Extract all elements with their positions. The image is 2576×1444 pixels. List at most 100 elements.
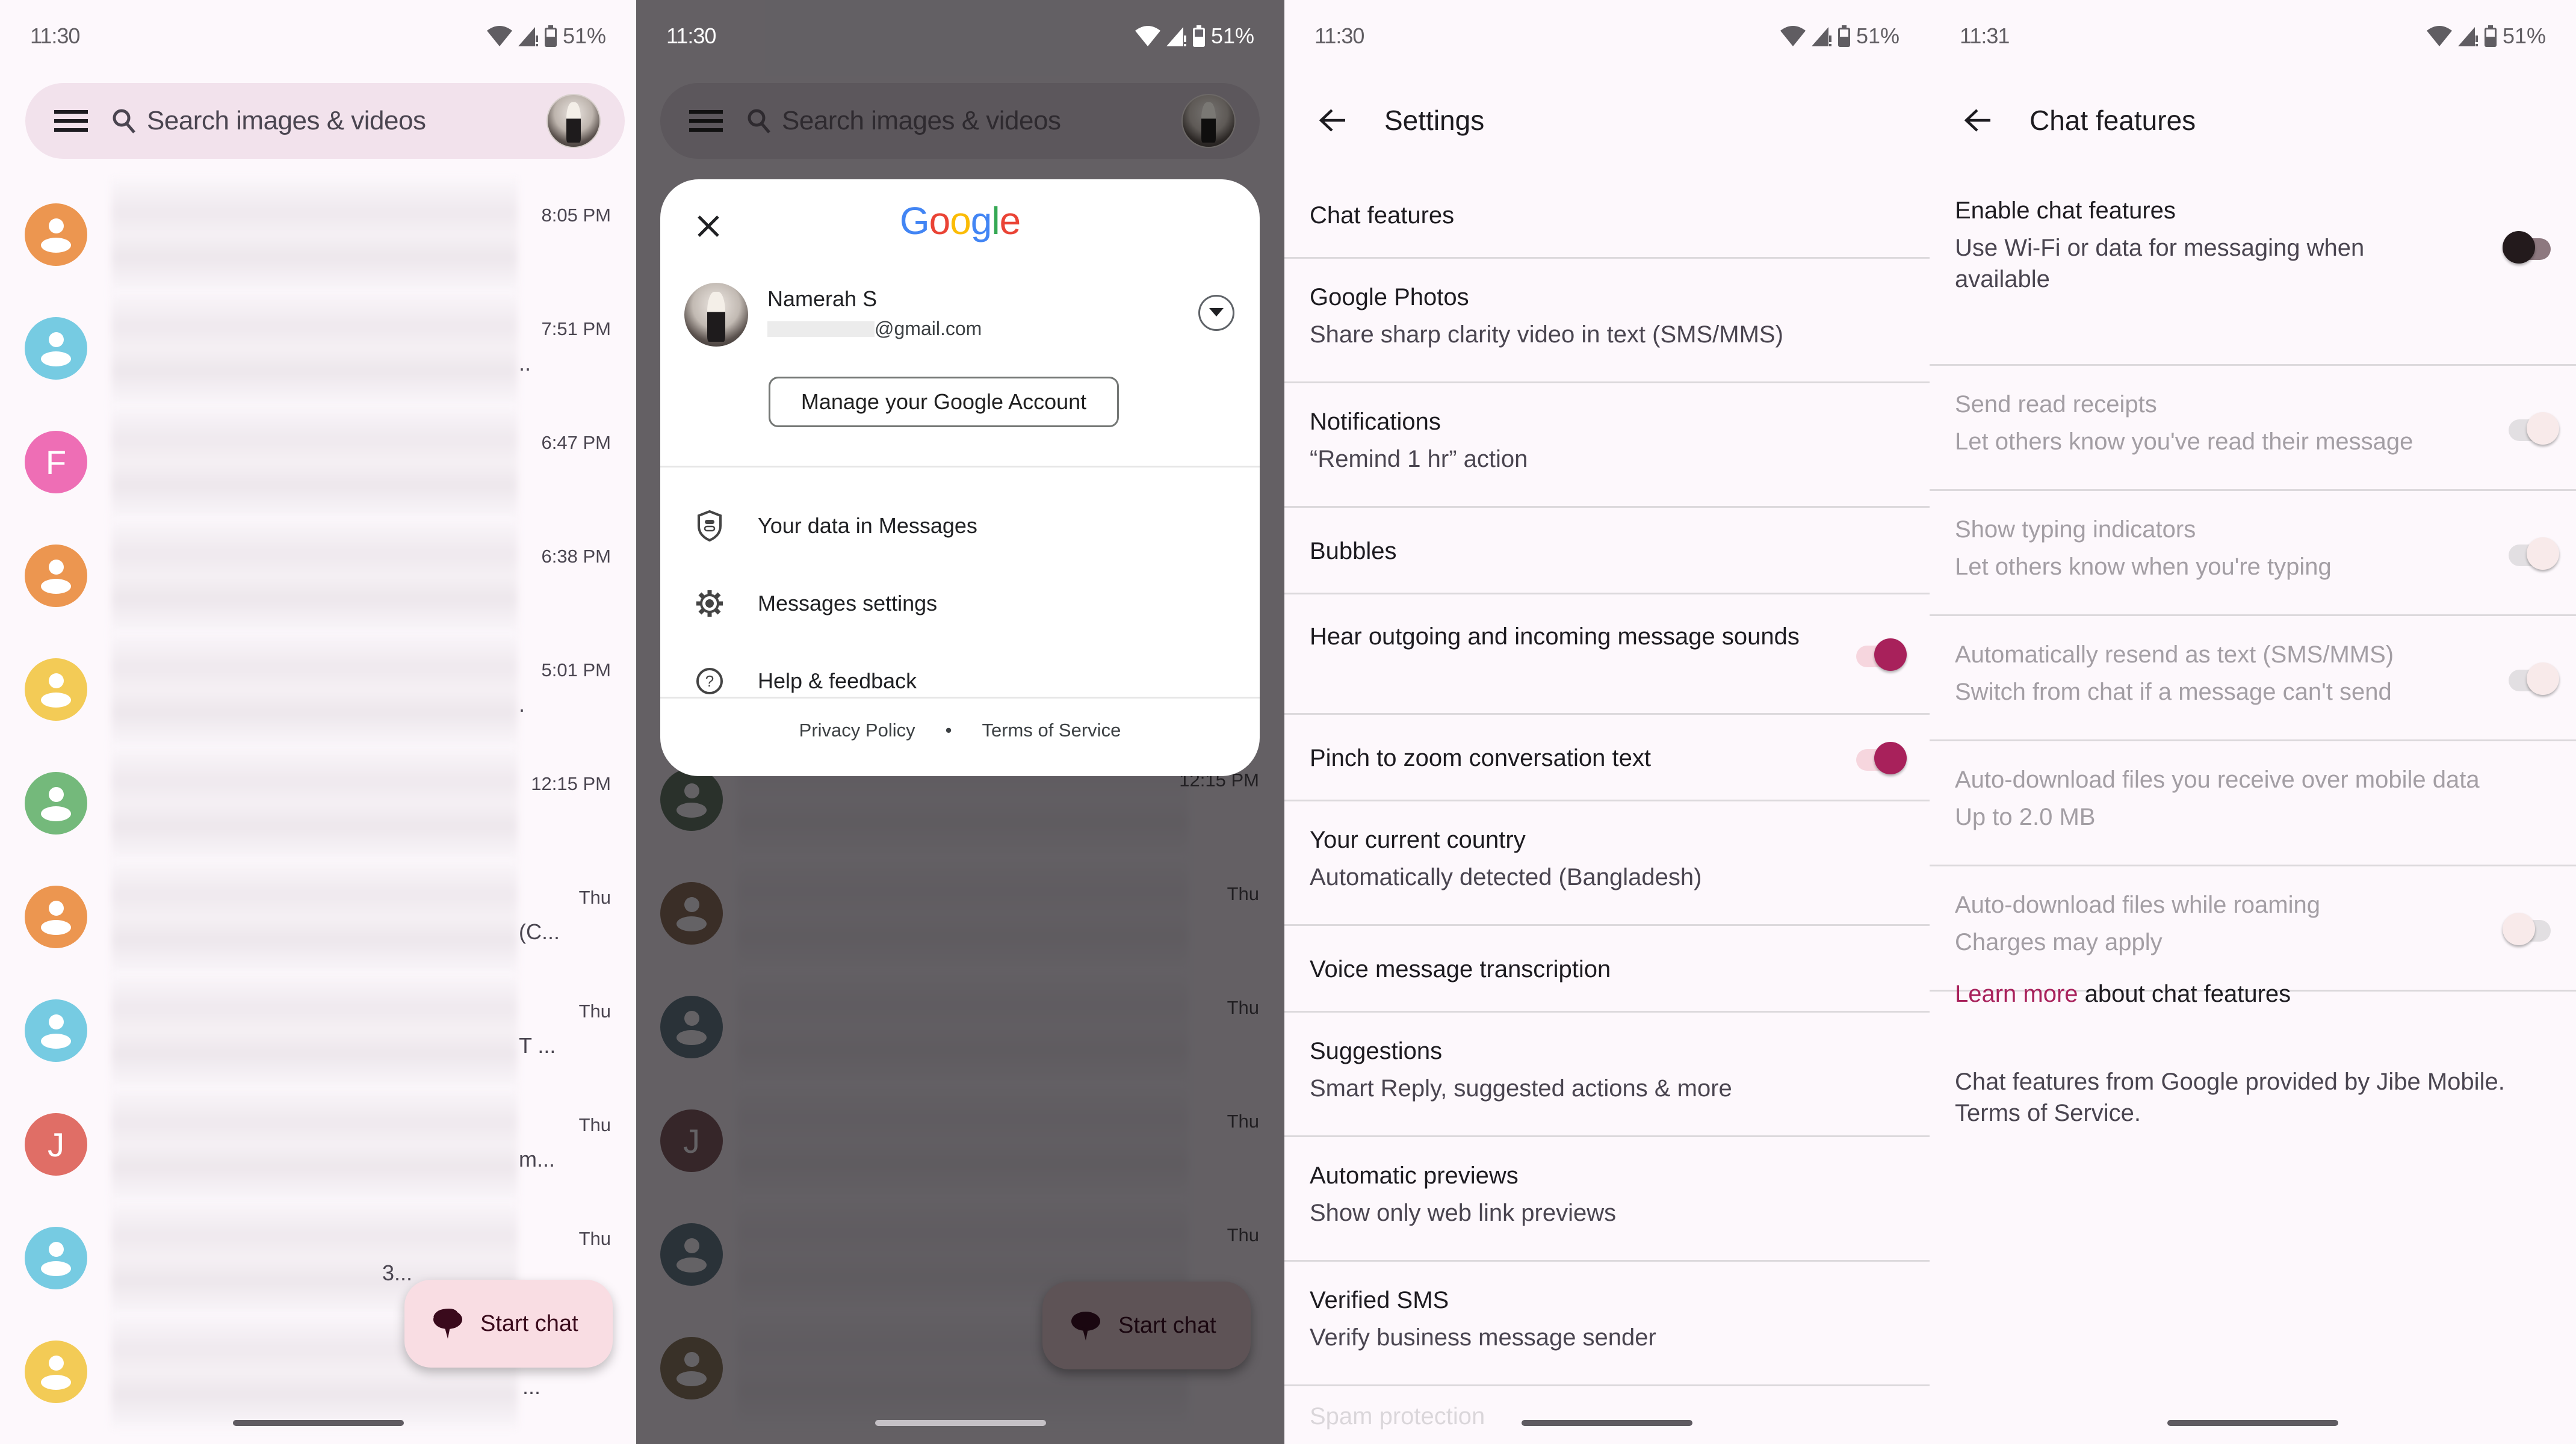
chat-feature-toggle	[2509, 537, 2559, 570]
logo-letter: o	[950, 199, 971, 242]
redacted-preview	[111, 519, 518, 633]
privacy-policy-link[interactable]: Privacy Policy	[799, 720, 915, 741]
chat-feature-row[interactable]: Enable chat features Use Wi-Fi or data fo…	[1930, 172, 2576, 366]
conversation-time: Thu	[578, 1001, 611, 1022]
conversation-row[interactable]: 7:51 PM..	[0, 292, 636, 406]
chat-feature-subtitle: Charges may apply	[1955, 929, 2163, 955]
conversation-row[interactable]: 6:38 PM	[0, 519, 636, 633]
signal-alert-icon	[1166, 27, 1186, 46]
status-bar: 11:30 51%	[1314, 18, 1899, 54]
wifi-icon	[486, 26, 512, 46]
settings-row[interactable]: Verify business message sender Verified S…	[1284, 1262, 1930, 1386]
divider	[660, 697, 1260, 699]
search-icon	[113, 109, 135, 134]
page-title: Chat features	[2030, 105, 2196, 136]
conversation-time: 5:01 PM	[541, 659, 611, 680]
signal-alert-icon	[1811, 27, 1831, 46]
settings-row[interactable]: Automatically detected (Bangladesh) Your …	[1284, 801, 1930, 926]
redacted-preview	[111, 860, 518, 974]
search-input[interactable]: Search images & videos	[147, 106, 426, 136]
person-icon	[25, 317, 87, 380]
back-button[interactable]	[1960, 108, 1996, 132]
learn-more-link[interactable]: Learn more	[1955, 981, 2078, 1007]
chat-feature-title: Enable chat features	[1955, 197, 2176, 224]
menu-item-label: Help & feedback	[758, 668, 917, 693]
status-bar: 11:30 51%	[666, 18, 1254, 54]
search-bar[interactable]: Search images & videos	[25, 83, 625, 159]
chat-feature-title: Auto-download files while roaming	[1955, 892, 2320, 918]
home-indicator[interactable]	[1522, 1420, 1692, 1426]
menu-item-your-data[interactable]: Your data in Messages	[660, 487, 1260, 564]
settings-row[interactable]: Share sharp clarity video in text (SMS/M…	[1284, 259, 1930, 383]
back-button[interactable]	[1314, 108, 1351, 132]
chat-bubbles-icon	[433, 1309, 462, 1339]
battery-percent: 51%	[2502, 23, 2546, 48]
hamburger-menu-icon[interactable]	[54, 110, 88, 132]
start-chat-label: Start chat	[480, 1310, 578, 1336]
conversation-row[interactable]: 5:01 PM.	[0, 633, 636, 747]
legal-text[interactable]: Chat features from Google provided by Ji…	[1955, 1066, 2563, 1129]
top-app-bar: Settings	[1284, 90, 1930, 150]
start-chat-label: Start chat	[1118, 1312, 1216, 1338]
conversation-row[interactable]: 8:05 PM	[0, 178, 636, 292]
settings-row[interactable]: Voice message transcription	[1284, 926, 1930, 1013]
home-indicator[interactable]	[232, 1420, 404, 1426]
menu-item-help-feedback[interactable]: ? Help & feedback	[660, 643, 1260, 720]
person-icon	[25, 886, 87, 948]
chat-feature-row: Auto-download files while roaming Charges…	[1930, 866, 2576, 992]
help-circle-icon: ?	[696, 668, 723, 694]
settings-toggle[interactable]	[1856, 742, 1907, 774]
start-chat-button[interactable]: Start chat	[404, 1280, 613, 1368]
status-time: 11:30	[666, 23, 716, 48]
preview-fragment: T ...	[519, 1033, 556, 1058]
conversation-row[interactable]: 12:15 PM	[0, 747, 636, 860]
menu-item-messages-settings[interactable]: Messages settings	[660, 565, 1260, 642]
account-avatar[interactable]	[546, 94, 601, 148]
conversation-row[interactable]: F 6:47 PM	[0, 406, 636, 519]
home-indicator[interactable]	[2167, 1420, 2338, 1426]
status-bar: 11:30 51%	[30, 18, 606, 54]
terms-of-service-link[interactable]: Terms of Service	[982, 720, 1121, 741]
settings-row[interactable]: Smart Reply, suggested actions & more Sug…	[1284, 1013, 1930, 1137]
preview-fragment: (C...	[519, 919, 560, 944]
settings-row[interactable]: Hear outgoing and incoming message sound…	[1284, 594, 1930, 715]
manage-account-button[interactable]: Manage your Google Account	[769, 377, 1119, 427]
user-name: Namerah S	[767, 286, 878, 311]
contact-avatar	[25, 999, 87, 1062]
user-email: @gmail.com	[767, 318, 982, 340]
settings-row-subtitle: Automatically detected (Bangladesh)	[1310, 864, 1702, 890]
settings-toggle[interactable]	[1856, 638, 1907, 671]
home-indicator[interactable]	[875, 1420, 1046, 1426]
conversation-row[interactable]: Thu (C...	[0, 860, 636, 974]
settings-row[interactable]: Show only web link previews Automatic pre…	[1284, 1137, 1930, 1262]
redacted-preview	[111, 747, 518, 860]
settings-row-title: Suggestions	[1310, 1038, 1443, 1064]
contact-avatar	[25, 658, 87, 721]
settings-row[interactable]: Pinch to zoom conversation text	[1284, 715, 1930, 801]
settings-row-subtitle: Verify business message sender	[1310, 1324, 1656, 1351]
shield-data-icon	[698, 510, 722, 542]
menu-item-label: Your data in Messages	[758, 513, 977, 538]
conversation-row[interactable]: Thu T ...	[0, 974, 636, 1088]
conversation-row[interactable]: J Thu m...	[0, 1088, 636, 1202]
start-chat-button: Start chat	[1042, 1282, 1251, 1369]
settings-row[interactable]: “Remind 1 hr” action Notifications	[1284, 383, 1930, 508]
settings-row-title: Voice message transcription	[1310, 956, 1611, 983]
redacted-preview	[111, 178, 518, 292]
battery-icon	[544, 25, 557, 47]
redacted-preview	[111, 1088, 518, 1202]
chat-feature-row: Show typing indicators Let others know wh…	[1930, 491, 2576, 616]
chat-bubbles-icon	[1071, 1312, 1100, 1341]
settings-row[interactable]: Chat features	[1284, 172, 1930, 259]
settings-row-title: Hear outgoing and incoming message sound…	[1310, 623, 1800, 650]
account-switcher-button[interactable]	[1198, 295, 1234, 331]
chat-feature-toggle[interactable]	[2503, 231, 2551, 264]
menu-item-label: Messages settings	[758, 591, 938, 616]
search-icon	[748, 109, 770, 134]
chat-feature-subtitle: Switch from chat if a message can't send	[1955, 679, 2392, 705]
settings-row-title: Notifications	[1310, 409, 1441, 435]
contact-avatar	[25, 317, 87, 380]
settings-row[interactable]: Bubbles	[1284, 508, 1930, 594]
settings-row[interactable]: Spam protection	[1284, 1386, 1930, 1444]
chat-feature-title: Show typing indicators	[1955, 516, 2196, 543]
